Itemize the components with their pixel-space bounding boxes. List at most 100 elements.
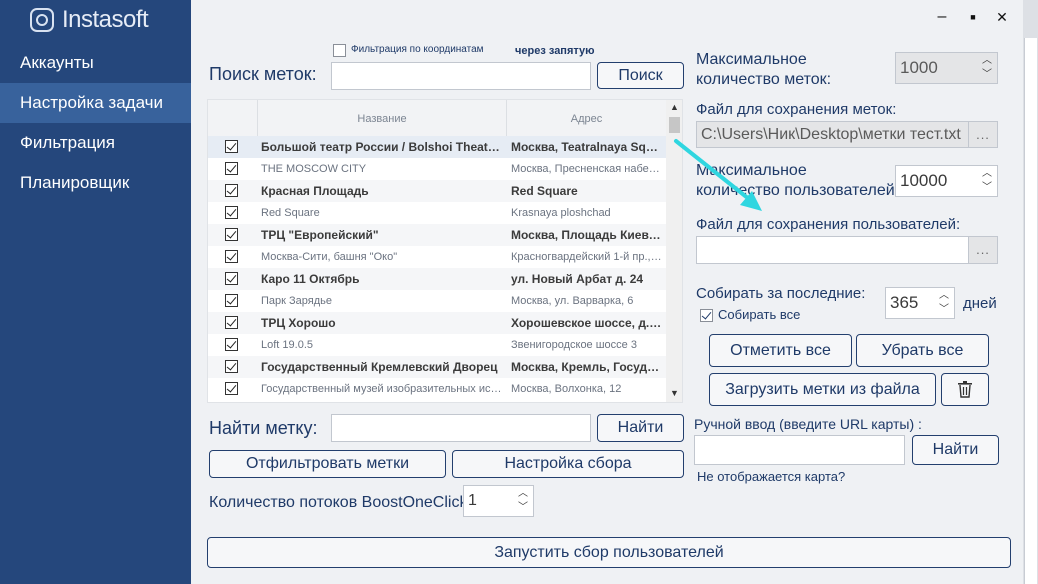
row-checkbox[interactable] [225,338,238,351]
search-tags-label: Поиск меток: [209,64,317,84]
threads-spin[interactable]: ︿ ﹀ [515,488,531,514]
start-collection-button[interactable]: Запустить сбор пользователей [207,537,1011,568]
row-name: Государственный музей изобразительных ис… [261,383,503,395]
stepper-down-icon[interactable]: ﹀ [939,304,949,316]
row-name: ТРЦ "Европейский" [261,228,379,242]
close-icon[interactable]: ✕ [992,8,1012,26]
max-tags-spin[interactable]: ︿ ﹀ [979,55,995,81]
max-users-stepper[interactable]: 10000 ︿ ﹀ [895,165,998,197]
table-row[interactable]: Большой театр России / Bolshoi Theatre o… [208,136,666,158]
manual-input-label: Ручной ввод (введите URL карты) : [694,416,922,432]
collect-settings-button[interactable]: Настройка сбора [452,450,684,478]
delete-button[interactable] [941,373,989,406]
table-row[interactable]: Red Square Krasnaya ploshchad [208,202,666,224]
row-name: Каро 11 Октябрь [261,272,360,286]
find-tag-button[interactable]: Найти [597,414,684,442]
threads-stepper[interactable]: 1 ︿ ﹀ [463,485,534,517]
collect-last-spin[interactable]: ︿ ﹀ [936,290,952,316]
tags-file-browse-button[interactable]: ... [968,122,997,147]
table-row[interactable]: Парк Зарядье Москва, ул. Варварка, 6 [208,290,666,312]
stepper-down-icon[interactable]: ﹀ [982,69,992,81]
load-tags-from-file-button[interactable]: Загрузить метки из файла [709,373,936,406]
trash-icon [958,381,972,398]
stepper-up-icon[interactable]: ︿ [518,488,528,500]
stepper-down-icon[interactable]: ﹀ [518,502,528,514]
threads-value: 1 [468,492,477,509]
users-file-input[interactable]: ... [696,236,998,264]
stepper-up-icon[interactable]: ︿ [982,168,992,180]
coord-filter-label: Фильтрация по координатам [351,44,484,55]
table-row[interactable]: ТРЦ Хорошо Хорошевское шоссе, д. 27 [208,312,666,334]
row-address: ул. Новый Арбат д. 24 [511,272,644,286]
row-name: Парк Зарядье [261,295,332,307]
table-scrollbar-thumb[interactable] [669,117,680,133]
table-header: Название Адрес [208,100,666,137]
tags-file-label: Файл для сохранения меток: [696,101,897,118]
max-tags-stepper[interactable]: 1000 ︿ ﹀ [895,52,998,84]
table-row[interactable]: Государственный Кремлевский Дворец Москва… [208,356,666,378]
row-checkbox[interactable] [225,228,238,241]
column-header-address[interactable]: Адрес [507,100,666,136]
table-row[interactable]: THE MOSCOW CITY Москва, Пресненская набер… [208,158,666,180]
sidebar-item-filtering[interactable]: Фильтрация [0,123,191,163]
find-tag-input[interactable] [331,414,591,442]
stepper-up-icon[interactable]: ︿ [982,55,992,67]
row-checkbox[interactable] [225,250,238,263]
uncheck-all-button[interactable]: Убрать все [856,334,989,367]
manual-url-input[interactable] [694,435,905,465]
row-checkbox[interactable] [225,206,238,219]
scroll-down-icon[interactable]: ▼ [666,388,682,398]
window-scrollbar-thumb[interactable] [1024,38,1037,584]
coord-filter-checkbox[interactable] [333,44,346,57]
row-address: Москва, ул. Варварка, 6 [511,295,634,307]
scroll-up-icon[interactable]: ▲ [666,102,682,112]
row-checkbox[interactable] [225,162,238,175]
row-checkbox[interactable] [225,184,238,197]
row-checkbox[interactable] [225,316,238,329]
table-body: Большой театр России / Bolshoi Theatre o… [208,136,666,400]
collect-all-checkbox[interactable] [700,309,713,322]
table-row[interactable]: Loft 19.0.5 Звенигородское шоссе 3 [208,334,666,356]
row-address: Звенигородское шоссе 3 [511,339,637,351]
row-address: Москва, Кремль, Государ... [511,360,663,374]
collect-last-label: Собирать за последние: [696,285,866,302]
users-file-browse-button[interactable]: ... [968,237,997,263]
max-users-value: 10000 [900,171,948,190]
map-help-link[interactable]: Не отображается карта? [697,469,845,484]
table-row[interactable]: Каро 11 Октябрь ул. Новый Арбат д. 24 [208,268,666,290]
search-tags-input[interactable] [331,62,591,90]
table-row[interactable]: Москва-Сити, башня "Око" Красногвардейски… [208,246,666,268]
table-row[interactable]: Государственный музей изобразительных ис… [208,378,666,400]
row-name: THE MOSCOW CITY [261,163,367,175]
maximize-icon[interactable]: ■ [963,8,983,26]
stepper-up-icon[interactable]: ︿ [939,290,949,302]
sidebar-item-accounts[interactable]: Аккаунты [0,43,191,83]
stepper-down-icon[interactable]: ﹀ [982,182,992,194]
row-name: Red Square [261,207,320,219]
manual-find-button[interactable]: Найти [912,435,999,465]
row-checkbox[interactable] [225,140,238,153]
row-address: Красногвардейский 1-й пр., 2... [511,251,663,263]
sidebar-item-task-settings[interactable]: Настройка задачи [0,83,191,123]
sidebar-item-scheduler[interactable]: Планировщик [0,163,191,203]
row-checkbox[interactable] [225,360,238,373]
table-row[interactable]: ТРЦ "Европейский" Москва, Площадь Киевск.… [208,224,666,246]
row-checkbox[interactable] [225,294,238,307]
row-address: Хорошевское шоссе, д. 27 [511,316,663,330]
table-row[interactable]: Красная Площадь Red Square [208,180,666,202]
row-checkbox[interactable] [225,382,238,395]
row-address: Red Square [511,184,578,198]
check-all-button[interactable]: Отметить все [709,334,852,367]
find-tag-label: Найти метку: [209,418,318,438]
column-header-name[interactable]: Название [258,100,507,136]
row-name: Красная Площадь [261,184,369,198]
collect-last-stepper[interactable]: 365 ︿ ﹀ [885,287,955,319]
filter-tags-button[interactable]: Отфильтровать метки [209,450,446,478]
minimize-icon[interactable]: – [932,8,952,26]
max-users-spin[interactable]: ︿ ﹀ [979,168,995,194]
row-address: Москва, Площадь Киевск... [511,228,663,242]
row-name: ТРЦ Хорошо [261,316,336,330]
row-checkbox[interactable] [225,272,238,285]
search-button[interactable]: Поиск [597,62,684,89]
sidebar: Instasoft Аккаунты Настройка задачи Филь… [0,0,191,584]
